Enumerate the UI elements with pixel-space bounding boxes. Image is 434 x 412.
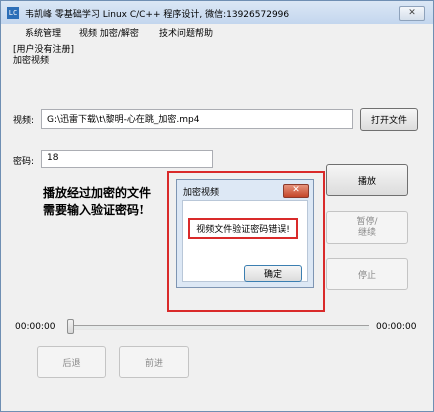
total-time: 00:00:00 — [376, 322, 417, 332]
current-time: 00:00:00 — [15, 322, 56, 332]
dialog-ok-button[interactable]: 确定 — [244, 265, 302, 282]
main-window: LC 韦凯峰 零基础学习 Linux C/C++ 程序设计, 微信:139265… — [0, 0, 434, 412]
title-bar[interactable]: LC 韦凯峰 零基础学习 Linux C/C++ 程序设计, 微信:139265… — [1, 1, 433, 24]
dialog-close-button[interactable]: ✕ — [283, 184, 309, 198]
close-icon: ✕ — [292, 185, 300, 195]
annotation-line2: 需要输入验证密码! — [43, 203, 145, 217]
pause-label-line2: 继续 — [357, 227, 376, 238]
pause-resume-button[interactable]: 暂停/ 继续 — [326, 211, 408, 244]
error-dialog: 加密视频 ✕ 视频文件验证密码错误! 确定 — [176, 179, 314, 288]
annotation-line1: 播放经过加密的文件 — [43, 186, 152, 200]
open-file-button[interactable]: 打开文件 — [360, 108, 418, 131]
stop-button[interactable]: 停止 — [326, 258, 408, 290]
dialog-title: 加密视频 — [183, 188, 220, 198]
window-close-button[interactable]: ✕ — [399, 6, 425, 21]
menu-tech-help[interactable]: 技术问题帮助 — [159, 26, 213, 39]
play-button[interactable]: 播放 — [326, 164, 408, 196]
app-icon: LC — [7, 7, 19, 19]
progress-slider-thumb[interactable] — [67, 319, 74, 334]
mode-label: 加密视频 — [13, 56, 50, 66]
video-path-field[interactable]: G:\迅雷下载\t\黎明-心在跳_加密.mp4 — [41, 109, 353, 129]
video-label: 视频: — [13, 116, 35, 126]
window-title: 韦凯峰 零基础学习 Linux C/C++ 程序设计, 微信:139265729… — [25, 10, 290, 20]
password-label: 密码: — [13, 157, 35, 167]
dialog-body: 视频文件验证密码错误! 确定 — [182, 200, 308, 282]
rewind-button[interactable]: 后退 — [37, 346, 106, 378]
progress-slider-track[interactable] — [71, 325, 369, 330]
dialog-message: 视频文件验证密码错误! — [196, 225, 290, 235]
menu-bar: 系统管理 视频 加密/解密 技术问题帮助 — [1, 24, 433, 39]
password-field[interactable]: 18 — [41, 150, 213, 168]
pause-label-line1: 暂停/ — [356, 216, 378, 227]
forward-button[interactable]: 前进 — [119, 346, 189, 378]
close-icon: ✕ — [408, 8, 416, 18]
menu-system-management[interactable]: 系统管理 — [25, 26, 61, 39]
message-highlight-frame: 视频文件验证密码错误! — [188, 218, 298, 239]
menu-video-encrypt-decrypt[interactable]: 视频 加密/解密 — [79, 26, 139, 39]
